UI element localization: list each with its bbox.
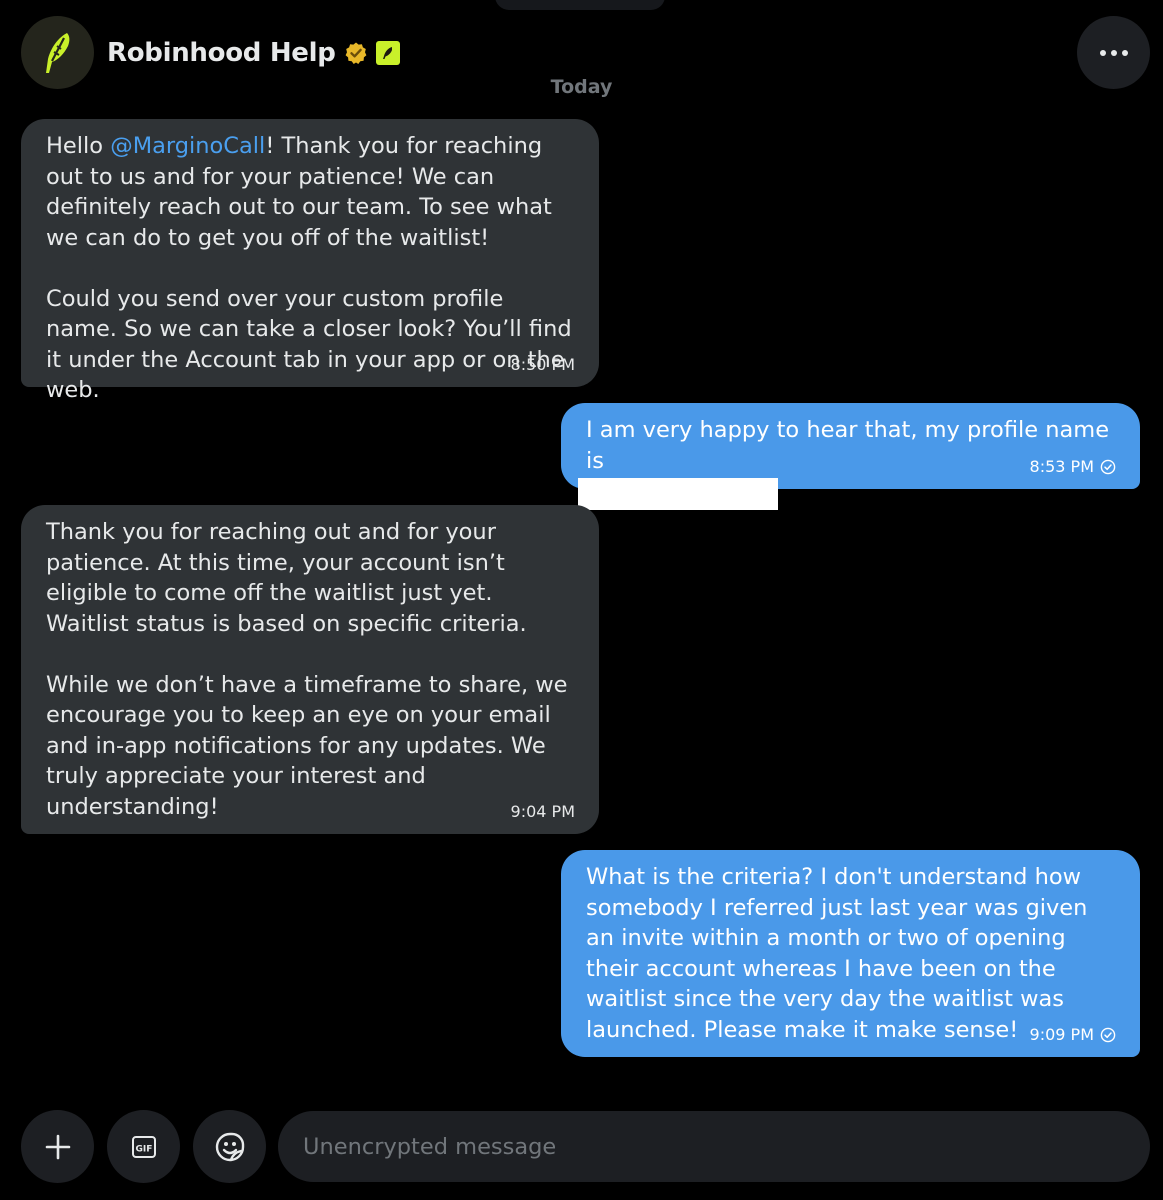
sent-check-icon [1100,1027,1116,1043]
timestamp-text: 9:09 PM [1029,1025,1094,1044]
mention-link[interactable]: @MarginoCall [110,133,265,159]
more-horizontal-icon [1099,49,1106,56]
timestamp-text: 9:04 PM [510,802,575,821]
message-bubble-outgoing[interactable]: What is the criteria? I don't understand… [561,850,1140,1057]
message-paragraph: While we don’t have a timeframe to share… [46,671,568,820]
header-title-row: Robinhood Help [107,33,400,73]
more-horizontal-icon [1110,49,1117,56]
sent-check-icon [1100,459,1116,475]
message-timestamp: 9:04 PM [511,802,575,822]
verified-badge-icon [344,41,368,65]
message-timestamp: 8:50 PM [511,355,575,375]
gif-button[interactable]: GIF [107,1110,180,1183]
plus-icon [45,1134,70,1159]
message-bubble-incoming[interactable]: Thank you for reaching out and for your … [21,505,599,834]
robinhood-feather-icon [45,32,69,73]
message-text: What is the criteria? I don't understand… [586,864,1088,1043]
timestamp-text: 8:50 PM [510,355,575,374]
emoji-icon [215,1132,244,1161]
message-text: Hello [46,133,111,159]
date-separator: Today [550,76,613,98]
gif-icon: GIF [131,1135,156,1158]
message-paragraph: Thank you for reaching out and for your … [46,519,527,637]
more-horizontal-icon [1121,49,1128,56]
message-timestamp: 8:53 PM [1030,457,1116,477]
affiliate-badge-icon [375,41,400,65]
message-input[interactable] [278,1111,1150,1182]
redacted-block [578,478,778,510]
add-attachment-button[interactable] [21,1110,94,1183]
message-bubble-outgoing[interactable]: I am very happy to hear that, my profile… [561,403,1140,510]
message-composer: GIF [0,1110,1163,1183]
svg-text:GIF: GIF [135,1144,152,1154]
timestamp-text: 8:53 PM [1029,457,1094,476]
message-bubble-incoming[interactable]: Hello @MarginoCall! Thank you for reachi… [21,119,599,403]
conversation-title[interactable]: Robinhood Help [107,38,336,68]
message-paragraph: Hello @MarginoCall! Thank you for reachi… [46,131,575,253]
message-timestamp: 9:09 PM [1030,1025,1116,1045]
message-paragraph: Could you send over your custom profile … [46,285,572,404]
emoji-button[interactable] [193,1110,266,1183]
